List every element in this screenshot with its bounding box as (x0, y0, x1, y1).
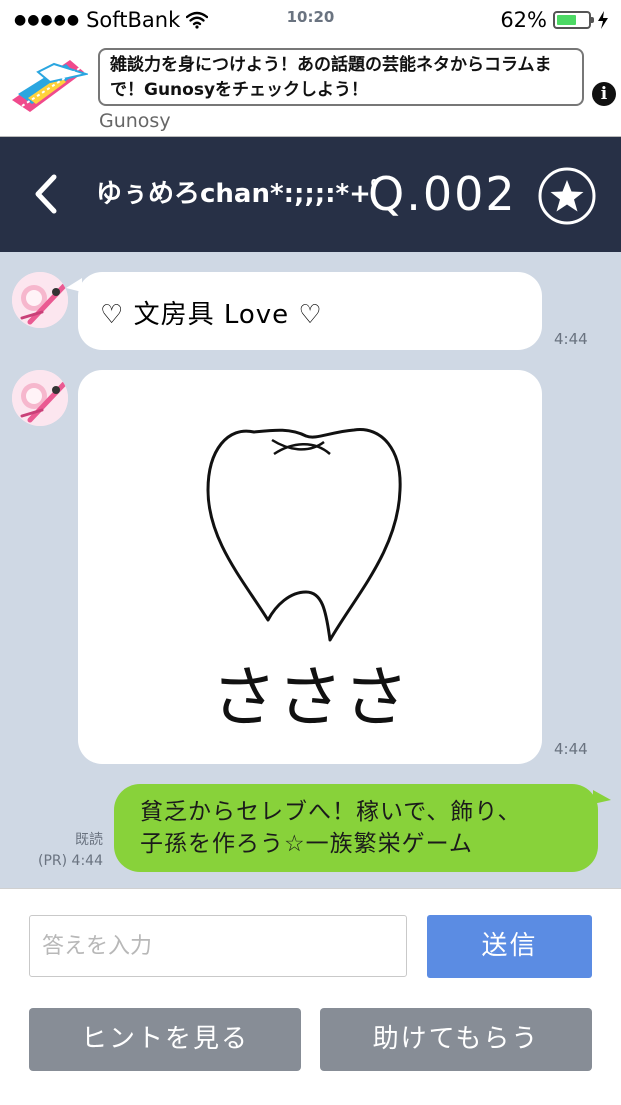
message-time: 4:44 (554, 740, 588, 758)
battery-percent: 62% (500, 8, 547, 32)
question-number: Q.002 (368, 167, 517, 221)
info-icon[interactable]: i (592, 82, 616, 106)
hint-button[interactable]: ヒントを見る (29, 1008, 301, 1071)
message-time: (PR) 4:44 (38, 853, 103, 869)
answer-panel: 送信 ヒントを見る 助けてもらう (0, 888, 621, 1105)
chat-header: ゆぅめろchan*:;;;:*+ﾟ Q.002 (0, 137, 621, 252)
answer-input[interactable] (29, 915, 407, 977)
ad-text: 雑談力を身につけよう！あの話題の芸能ネタからコラムまで！Gunosyをチェックし… (98, 48, 584, 106)
chat-title: ゆぅめろchan*:;;;:*+ﾟ (96, 179, 384, 209)
tooth-drawing-image: さささ (206, 428, 409, 736)
message-line: 貧乏からセレブへ！稼いで、飾り、 (140, 799, 522, 825)
battery-level (557, 15, 576, 25)
battery-status: 62% (500, 8, 609, 32)
image-message[interactable]: さささ (78, 370, 542, 764)
battery-icon (553, 11, 594, 29)
ad-banner[interactable]: 雑談力を身につけよう！あの話題の芸能ネタからコラムまで！Gunosyをチェックし… (0, 40, 621, 137)
bubble-tail (593, 790, 611, 804)
read-label: 既読 (75, 832, 103, 848)
charging-bolt-icon (598, 11, 608, 29)
message-text: ♡ 文房具 Love ♡ (100, 300, 323, 330)
avatar-image (12, 370, 68, 426)
drawing-caption: さささ (211, 659, 409, 736)
star-icon[interactable] (538, 167, 596, 225)
bubble-tail (66, 278, 82, 292)
chat-area[interactable]: ♡ 文房具 Love ♡ 4:44 さささ 4:44 既読 (PR) 4:44 … (0, 252, 621, 888)
status-bar: ●●●●● SoftBank 10:20 62% (0, 0, 621, 40)
avatar-image (12, 272, 68, 328)
message-time: 4:44 (554, 330, 588, 348)
message-bubble: ♡ 文房具 Love ♡ (66, 272, 542, 350)
help-button[interactable]: 助けてもらう (320, 1008, 592, 1071)
message-text: 貧乏からセレブへ！稼いで、飾り、 子孫を作ろう☆一族繁栄ゲーム (140, 796, 521, 860)
chevron-left-icon[interactable] (28, 171, 68, 217)
message-line: 子孫を作ろう☆一族繁栄ゲーム (140, 831, 473, 857)
gunosy-logo-icon (12, 60, 88, 112)
avatar[interactable] (12, 272, 68, 328)
send-button[interactable]: 送信 (427, 915, 592, 978)
outgoing-message-bubble[interactable]: 貧乏からセレブへ！稼いで、飾り、 子孫を作ろう☆一族繁栄ゲーム (114, 784, 611, 872)
ad-brand: Gunosy (99, 110, 171, 132)
read-receipt: 既読 (PR) 4:44 (38, 830, 103, 872)
avatar[interactable] (12, 370, 68, 426)
